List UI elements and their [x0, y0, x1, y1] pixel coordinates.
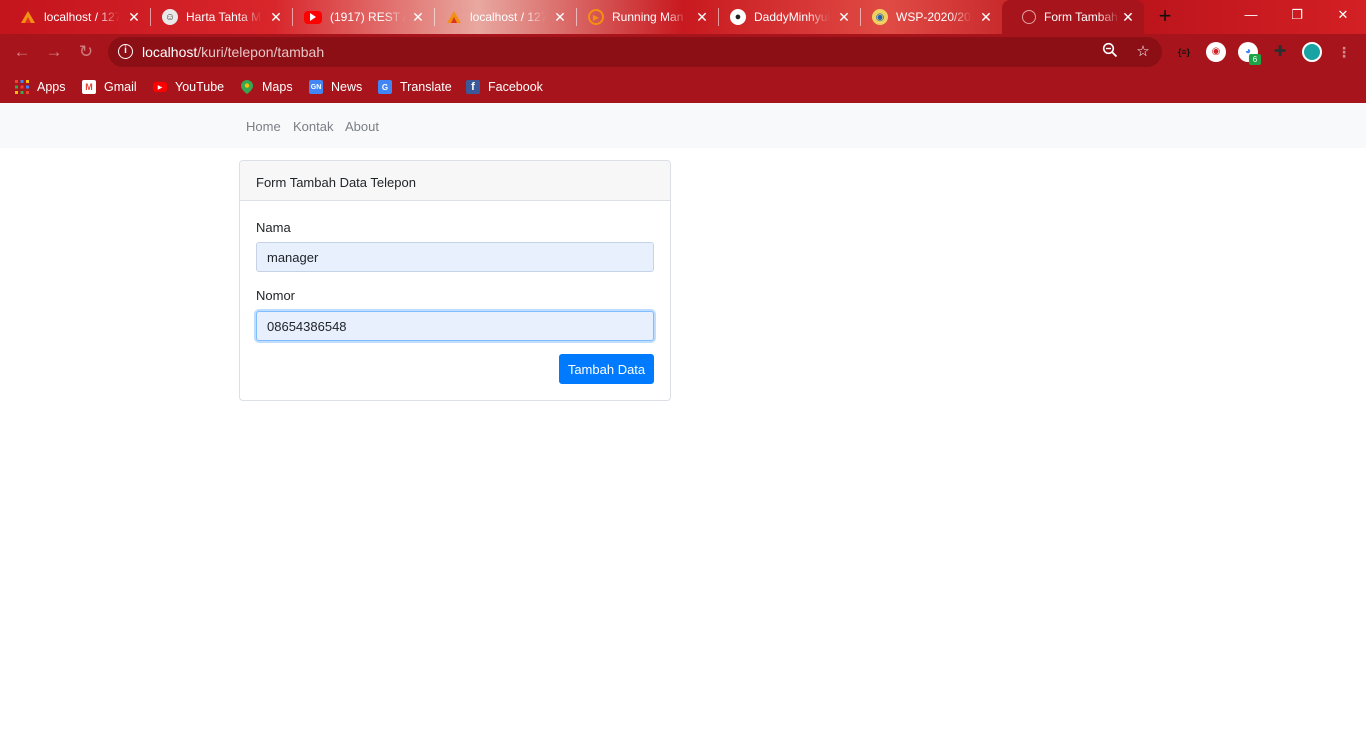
bookmark-gmail[interactable]: M Gmail	[82, 77, 137, 97]
youtube-icon	[304, 10, 322, 24]
site-navbar: Home Kontak About	[0, 103, 1366, 148]
bookmark-news[interactable]: GN News	[309, 77, 362, 97]
tab-title: Harta Tahta Manager	[186, 10, 262, 24]
tab-localhost-1[interactable]: localhost / 127.0.0.1 ✕	[0, 0, 150, 34]
reload-button[interactable]: ↻	[74, 40, 98, 64]
bookmark-label: Maps	[262, 80, 293, 94]
tab-harta-tahta[interactable]: ☺ Harta Tahta Manager ✕	[142, 0, 292, 34]
close-icon[interactable]: ✕	[694, 9, 710, 25]
bookmark-facebook[interactable]: f Facebook	[466, 77, 543, 97]
tab-github[interactable]: ● DaddyMinhyuk ✕	[710, 0, 860, 34]
info-icon[interactable]: i	[118, 44, 133, 59]
back-button[interactable]: ←	[10, 40, 34, 64]
zoom-icon[interactable]	[1100, 42, 1120, 62]
maps-icon	[240, 80, 254, 94]
address-bar[interactable]: i localhost/kuri/telepon/tambah ☆	[108, 37, 1162, 67]
phpmyadmin-icon	[446, 9, 462, 25]
news-icon: GN	[309, 80, 323, 94]
nav-link-about[interactable]: About	[345, 119, 379, 134]
card-header: Form Tambah Data Telepon	[240, 161, 670, 201]
minimize-button[interactable]: —	[1228, 0, 1274, 30]
close-icon[interactable]: ✕	[1120, 9, 1136, 25]
close-icon[interactable]: ✕	[978, 9, 994, 25]
browser-toolbar: ← → ↻ i localhost/kuri/telepon/tambah ☆ …	[0, 34, 1366, 70]
tab-title: localhost / 127.0.0.1	[470, 10, 546, 24]
extension-json-icon[interactable]: {≡}	[1174, 42, 1194, 62]
nav-link-kontak[interactable]: Kontak	[293, 119, 333, 134]
play-icon: ▶	[588, 9, 604, 25]
avatar-icon: ☺	[162, 9, 178, 25]
form-card: Form Tambah Data Telepon Nama Nomor Tamb…	[239, 160, 671, 401]
facebook-icon: f	[466, 80, 480, 94]
tab-title: localhost / 127.0.0.1	[44, 10, 120, 24]
extension-record-icon[interactable]: ◉	[1206, 42, 1226, 62]
tab-title: Form Tambah Data	[1044, 10, 1120, 24]
close-window-button[interactable]: ✕	[1320, 0, 1366, 30]
bookmark-translate[interactable]: G Translate	[378, 77, 452, 97]
bookmark-label: News	[331, 80, 363, 94]
translate-icon: G	[378, 80, 392, 94]
url-text[interactable]: localhost/kuri/telepon/tambah	[142, 44, 324, 60]
tab-title: (1917) REST API	[330, 10, 406, 24]
new-tab-button[interactable]: +	[1152, 4, 1178, 30]
tab-title: Running Man	[612, 10, 684, 24]
bookmark-label: Gmail	[104, 80, 137, 94]
bookmark-label: YouTube	[175, 80, 225, 94]
gmail-icon: M	[82, 80, 96, 94]
tab-strip: localhost / 127.0.0.1 ✕ ☺ Harta Tahta Ma…	[0, 0, 1366, 34]
close-icon[interactable]: ✕	[410, 9, 426, 25]
bookmark-label: Translate	[400, 80, 452, 94]
apps-grid-icon	[15, 80, 29, 94]
nama-input[interactable]	[256, 242, 654, 272]
forward-button[interactable]: →	[42, 40, 66, 64]
nomor-input[interactable]	[256, 311, 654, 341]
bookmarks-bar: Apps M Gmail ▶ YouTube Maps GN News G Tr…	[0, 70, 1366, 103]
bookmark-label: Apps	[37, 80, 66, 94]
bookmark-youtube[interactable]: ▶ YouTube	[153, 77, 224, 97]
globe-icon	[1022, 10, 1036, 24]
bookmark-maps[interactable]: Maps	[240, 77, 293, 97]
tab-title: WSP-2020/2021	[896, 10, 972, 24]
tab-youtube[interactable]: (1917) REST API ✕	[284, 0, 434, 34]
nav-link-home[interactable]: Home	[246, 119, 281, 134]
tab-title: DaddyMinhyuk	[754, 10, 830, 24]
close-icon[interactable]: ✕	[268, 9, 284, 25]
profile-avatar[interactable]	[1302, 42, 1322, 62]
phpmyadmin-icon	[20, 9, 36, 25]
tambah-data-button[interactable]: Tambah Data	[559, 354, 654, 384]
nama-label: Nama	[256, 220, 291, 235]
star-icon[interactable]: ☆	[1133, 42, 1153, 62]
github-icon: ●	[730, 9, 746, 25]
tab-wsp[interactable]: ◉ WSP-2020/2021 ✕	[852, 0, 1002, 34]
tab-localhost-2[interactable]: localhost / 127.0.0.1 ✕	[426, 0, 576, 34]
puzzle-icon[interactable]: ✚	[1270, 42, 1290, 62]
close-icon[interactable]: ✕	[552, 9, 568, 25]
close-icon[interactable]: ✕	[836, 9, 852, 25]
restore-button[interactable]: ❐	[1274, 0, 1320, 30]
extension-badge: 6	[1249, 54, 1261, 65]
nomor-label: Nomor	[256, 288, 296, 303]
bookmark-label: Facebook	[488, 80, 543, 94]
tab-form-tambah[interactable]: Form Tambah Data ✕	[1002, 0, 1144, 34]
bookmark-apps[interactable]: Apps	[15, 77, 66, 97]
menu-icon[interactable]: ⋮	[1334, 42, 1354, 62]
globe-icon: ◉	[872, 9, 888, 25]
tab-running-man[interactable]: ▶ Running Man ✕	[568, 0, 718, 34]
youtube-icon: ▶	[153, 82, 167, 92]
close-icon[interactable]: ✕	[126, 9, 142, 25]
